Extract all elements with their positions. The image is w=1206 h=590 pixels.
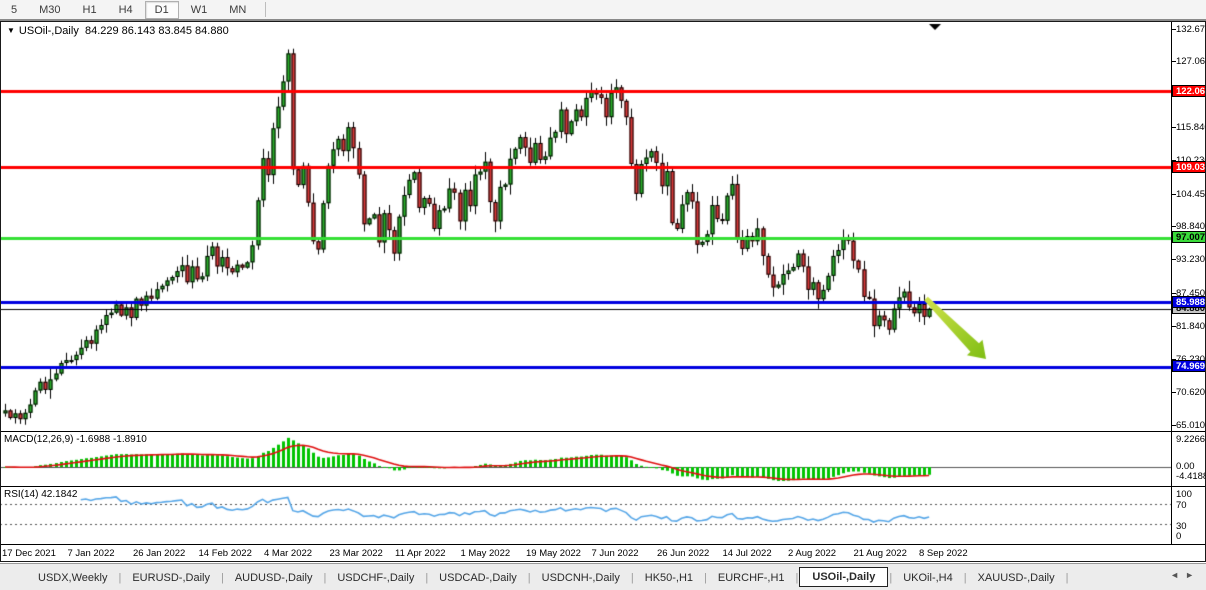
date-label: 14 Feb 2022 <box>199 548 252 559</box>
timeframe-button-5[interactable]: 5 <box>1 1 27 19</box>
price-level-label-122-068: 122.068 <box>1172 85 1206 97</box>
macd-axis-label: 9.2266 <box>1176 434 1206 445</box>
panel-separator[interactable] <box>0 431 1206 432</box>
date-label: 7 Jan 2022 <box>68 548 115 559</box>
price-level-label-74-969: 74.969 <box>1172 360 1206 372</box>
price-tick-label: 115.840 <box>1176 122 1206 133</box>
timeframe-button-w1[interactable]: W1 <box>181 1 218 19</box>
timeframe-button-mn[interactable]: MN <box>219 1 256 19</box>
panel-separator <box>0 544 1206 545</box>
date-label: 17 Dec 2021 <box>2 548 56 559</box>
chart-ohlc-values: 84.229 86.143 83.845 84.880 <box>85 25 229 37</box>
tab-audusd-daily[interactable]: AUDUSD-,Daily <box>225 568 323 588</box>
tab-scroll-left-icon[interactable]: ◄ <box>1170 570 1185 580</box>
tab-eurchf-h1[interactable]: EURCHF-,H1 <box>708 568 795 588</box>
price-tick-label: 127.060 <box>1176 56 1206 67</box>
date-label: 8 Sep 2022 <box>919 548 968 559</box>
rsi-label: RSI(14) 42.1842 <box>4 489 77 500</box>
date-label: 4 Mar 2022 <box>264 548 312 559</box>
tab-separator: | <box>1065 572 1070 584</box>
rsi-axis-label: 70 <box>1176 500 1206 511</box>
tab-scroll-arrows: ◄► <box>1170 570 1200 580</box>
rsi-axis-label: 100 <box>1176 489 1206 500</box>
date-label: 14 Jul 2022 <box>723 548 772 559</box>
tab-usdx-weekly[interactable]: USDX,Weekly <box>28 568 117 588</box>
tab-ukoil-h4[interactable]: UKOil-,H4 <box>893 568 963 588</box>
date-label: 26 Jan 2022 <box>133 548 185 559</box>
price-level-label-97-007: 97.007 <box>1172 231 1206 243</box>
macd-indicator-canvas[interactable] <box>0 432 1171 486</box>
timeframe-toolbar: 5M30H1H4D1W1MN <box>0 0 1206 21</box>
price-level-label-85-988: 85.988 <box>1172 296 1206 308</box>
chart-title: ▼ USOil-,Daily 84.229 86.143 83.845 84.88… <box>7 25 229 37</box>
chart-tab-bar: USDX,Weekly|EURUSD-,Daily|AUDUSD-,Daily|… <box>0 563 1206 590</box>
date-label: 21 Aug 2022 <box>854 548 907 559</box>
date-label: 26 Jun 2022 <box>657 548 709 559</box>
symbol-dropdown-icon[interactable]: ▼ <box>7 26 15 35</box>
tab-usdcad-daily[interactable]: USDCAD-,Daily <box>429 568 527 588</box>
price-tick-label: 65.010 <box>1176 420 1206 431</box>
date-label: 1 May 2022 <box>461 548 511 559</box>
date-label: 11 Apr 2022 <box>395 548 446 559</box>
price-tick-label: 81.840 <box>1176 321 1206 332</box>
rsi-axis-label: 0 <box>1176 531 1206 542</box>
macd-label: MACD(12,26,9) -1.6988 -1.8910 <box>4 434 147 445</box>
timeframe-button-h4[interactable]: H4 <box>109 1 143 19</box>
price-tick-label: 132.670 <box>1176 24 1206 35</box>
macd-axis-label: -4.4188 <box>1176 471 1206 482</box>
tab-hk50-h1[interactable]: HK50-,H1 <box>635 568 703 588</box>
tab-scroll-right-icon[interactable]: ► <box>1185 570 1200 580</box>
tab-usdcnh-daily[interactable]: USDCNH-,Daily <box>532 568 630 588</box>
tab-eurusd-daily[interactable]: EURUSD-,Daily <box>122 568 220 588</box>
price-tick-label: 93.230 <box>1176 254 1206 265</box>
rsi-indicator-canvas[interactable] <box>0 487 1171 544</box>
tab-usoil-daily[interactable]: USOil-,Daily <box>799 567 888 587</box>
panel-separator[interactable] <box>0 486 1206 487</box>
timeframe-button-m30[interactable]: M30 <box>29 1 70 19</box>
trading-terminal-window: 5M30H1H4D1W1MN ▼ USOil-,Daily 84.229 86.1… <box>0 0 1206 590</box>
date-label: 2 Aug 2022 <box>788 548 836 559</box>
price-axis-divider <box>1171 21 1172 545</box>
tab-usdchf-daily[interactable]: USDCHF-,Daily <box>327 568 424 588</box>
chart-tabs: USDX,Weekly|EURUSD-,Daily|AUDUSD-,Daily|… <box>28 568 1069 588</box>
toolbar-separator <box>265 2 266 17</box>
price-tick-label: 104.450 <box>1176 189 1206 200</box>
tab-xauusd-daily[interactable]: XAUUSD-,Daily <box>968 568 1065 588</box>
date-label: 19 May 2022 <box>526 548 581 559</box>
date-label: 23 Mar 2022 <box>330 548 383 559</box>
price-level-label-109-036: 109.036 <box>1172 161 1206 173</box>
timeframe-button-d1[interactable]: D1 <box>145 1 179 19</box>
timeframe-button-h1[interactable]: H1 <box>73 1 107 19</box>
price-tick-label: 70.620 <box>1176 387 1206 398</box>
chart-symbol-label: USOil-,Daily <box>19 25 79 37</box>
date-label: 7 Jun 2022 <box>592 548 639 559</box>
main-price-chart-canvas[interactable] <box>0 21 1171 431</box>
